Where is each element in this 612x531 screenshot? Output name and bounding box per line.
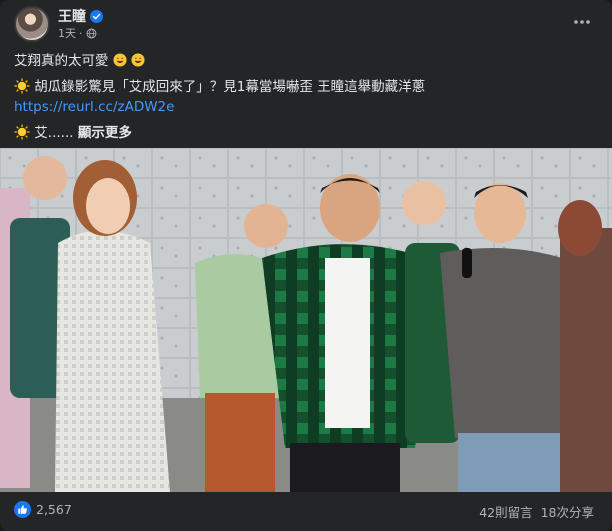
- more-options-button[interactable]: [568, 8, 596, 36]
- see-more-link[interactable]: 顯示更多: [78, 125, 132, 141]
- photo-man-sweater-head: [244, 204, 288, 248]
- author-name[interactable]: 王瞳: [58, 6, 86, 26]
- post-card: 王瞳 1天 · 艾翔真的太可愛 胡瓜錄影驚見「艾成回來了」？見1幕當場嚇歪 王瞳…: [0, 0, 612, 531]
- sun-emoji-icon: [14, 78, 30, 94]
- post-line-1: 艾翔真的太可愛: [14, 52, 598, 70]
- photo-man-mic-head: [474, 183, 526, 243]
- photo-microphone: [462, 248, 472, 278]
- photo-person-teal-head: [23, 156, 67, 200]
- more-options-icon: [574, 20, 590, 24]
- comments-count[interactable]: 42則留言: [479, 502, 532, 521]
- post-headline-line: 胡瓜錄影驚見「艾成回來了」？見1幕當場嚇歪 王瞳這舉動藏洋蔥: [14, 78, 598, 96]
- photo-man-black-pants: [290, 443, 400, 492]
- photo-woman-right-edge: [560, 228, 612, 492]
- photo-woman-right-hair: [558, 200, 602, 256]
- photo-man-orange-pants: [205, 393, 275, 492]
- post-photo[interactable]: [0, 148, 612, 492]
- like-reaction-icon[interactable]: [14, 501, 31, 518]
- sun-emoji-icon: [14, 124, 30, 140]
- photo-man-plaid-head: [320, 174, 380, 242]
- post-line-1-text: 艾翔真的太可愛: [14, 53, 109, 69]
- engagement-stats: 42則留言 18次分享: [479, 502, 594, 521]
- article-link[interactable]: https://reurl.cc/zADW2e: [14, 99, 174, 115]
- globe-icon: [86, 28, 96, 38]
- post-header: 王瞳 1天 ·: [14, 6, 598, 46]
- post-link-line: https://reurl.cc/zADW2e: [14, 98, 598, 116]
- author-avatar[interactable]: [14, 6, 50, 42]
- post-footer: 2,567 42則留言 18次分享: [14, 499, 598, 523]
- meta-separator: ·: [79, 26, 83, 40]
- post-line-3-text: 艾......: [34, 125, 74, 141]
- post-text: 艾翔真的太可愛 胡瓜錄影驚見「艾成回來了」？見1幕當場嚇歪 王瞳這舉動藏洋蔥 h…: [14, 52, 598, 150]
- post-line-3: 艾...... 顯示更多: [14, 124, 598, 142]
- grinning-emoji-icon: [131, 53, 145, 67]
- grinning-emoji-icon: [113, 53, 127, 67]
- photo-man-dark-green-head: [402, 181, 446, 225]
- post-headline: 胡瓜錄影驚見「艾成回來了」？見1幕當場嚇歪 王瞳這舉動藏洋蔥: [34, 79, 426, 95]
- author-name-row: 王瞳: [58, 6, 103, 26]
- photo-man-white-tee: [325, 258, 370, 428]
- post-meta: 1天 ·: [58, 25, 97, 41]
- verified-badge-icon: [90, 9, 103, 23]
- shares-count[interactable]: 18次分享: [541, 502, 594, 521]
- post-time[interactable]: 1天: [58, 25, 76, 41]
- photo-woman-face: [86, 178, 130, 234]
- reactions-count[interactable]: 2,567: [36, 502, 72, 517]
